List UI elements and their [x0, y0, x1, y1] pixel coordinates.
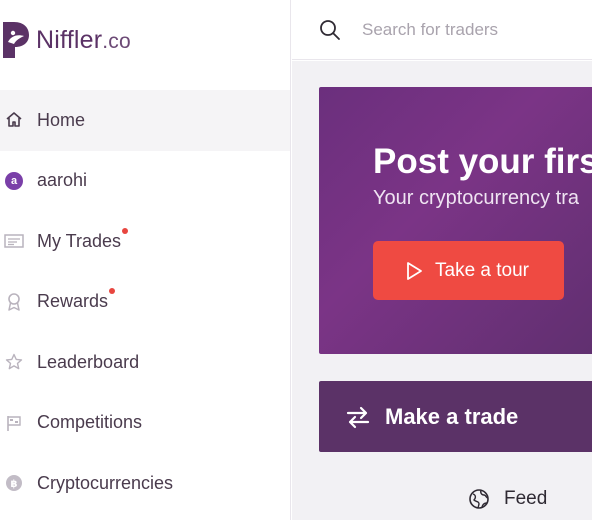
- take-a-tour-button[interactable]: Take a tour: [373, 241, 564, 300]
- make-a-trade-button[interactable]: Make a trade: [319, 381, 592, 452]
- niffler-logo-icon: [3, 22, 29, 58]
- sidebar-item-rewards[interactable]: Rewards: [0, 272, 290, 333]
- sidebar-item-label: Leaderboard: [37, 351, 140, 372]
- sidebar-item-my-trades[interactable]: My Trades: [0, 211, 290, 272]
- sidebar-item-cryptocurrencies[interactable]: ฿ Cryptocurrencies: [0, 453, 290, 514]
- post-trade-banner: Post your firs Your cryptocurrency tra T…: [319, 87, 592, 354]
- sidebar-nav: Home a aarohi My Trades Rewards Leaderbo…: [0, 90, 290, 514]
- avatar: a: [4, 171, 24, 191]
- sidebar-item-competitions[interactable]: Competitions: [0, 393, 290, 454]
- feed-label: Feed: [504, 488, 548, 509]
- sidebar-item-label: Competitions: [37, 412, 143, 433]
- sidebar-item-label: Rewards: [37, 288, 116, 312]
- take-a-tour-label: Take a tour: [435, 259, 529, 281]
- banner-subtitle: Your cryptocurrency tra: [373, 187, 580, 209]
- search-icon[interactable]: [318, 18, 342, 42]
- sidebar: Niffler.co Home a aarohi My Trades Rewar: [0, 0, 291, 520]
- sidebar-item-label: aarohi: [37, 170, 88, 191]
- brand-logo[interactable]: Niffler.co: [2, 18, 131, 62]
- feed-tab[interactable]: Feed: [468, 488, 547, 510]
- globe-icon: [469, 489, 489, 509]
- star-icon: [4, 352, 24, 372]
- crypto-coin-icon: ฿: [4, 473, 24, 493]
- search-input[interactable]: [362, 19, 582, 40]
- trades-icon: [4, 231, 24, 251]
- sidebar-item-label: Cryptocurrencies: [37, 472, 174, 493]
- sidebar-item-home[interactable]: Home: [0, 90, 290, 151]
- play-icon: [407, 261, 422, 280]
- sidebar-item-profile[interactable]: a aarohi: [0, 151, 290, 212]
- brand-name: Niffler.co: [36, 25, 131, 54]
- sidebar-item-leaderboard[interactable]: Leaderboard: [0, 332, 290, 393]
- award-icon: [4, 292, 24, 312]
- swap-arrows-icon: [346, 406, 370, 428]
- flag-icon: [4, 413, 24, 433]
- banner-title: Post your firs: [373, 142, 592, 181]
- main-content: Post your firs Your cryptocurrency tra T…: [292, 61, 592, 520]
- sidebar-item-label: My Trades: [37, 227, 129, 252]
- make-a-trade-label: Make a trade: [385, 403, 519, 429]
- notification-dot: [109, 288, 116, 295]
- notification-dot: [122, 227, 129, 234]
- avatar-letter: a: [5, 171, 23, 190]
- svg-text:฿: ฿: [11, 479, 18, 490]
- home-icon: [4, 110, 24, 130]
- search-bar: [292, 0, 592, 60]
- sidebar-item-label: Home: [37, 109, 86, 130]
